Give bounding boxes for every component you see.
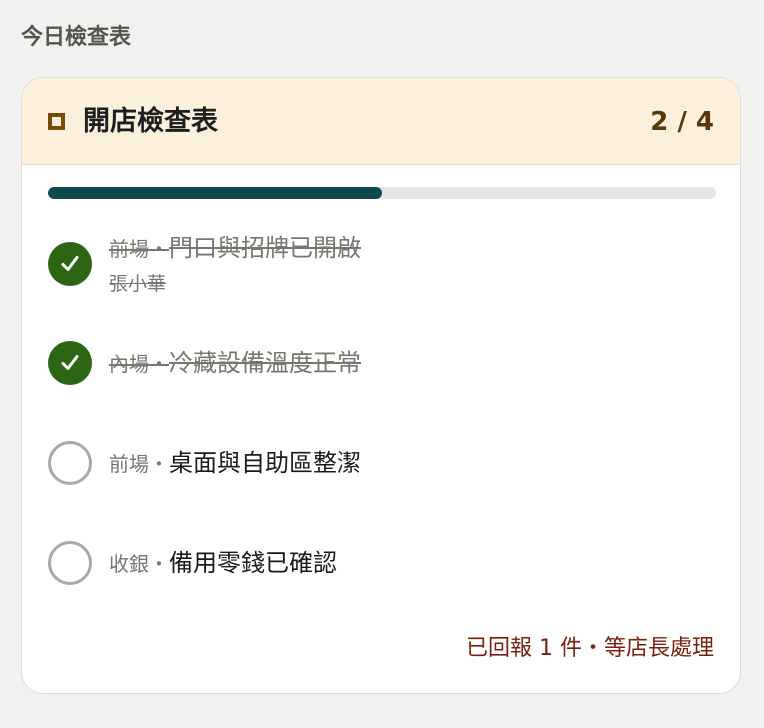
checkmark-icon	[61, 355, 79, 370]
card-title: 開店檢查表	[83, 106, 218, 137]
item-separator: ・	[149, 352, 169, 376]
footer-status-note: 已回報 1 件・等店長處理	[466, 636, 714, 661]
checklist-item[interactable]: 前場・門口與招牌已開啟 張小華	[48, 234, 716, 303]
page-heading: 今日檢查表	[21, 25, 132, 50]
checklist-square-icon	[48, 113, 65, 130]
checkbox-unchecked[interactable]	[48, 441, 92, 485]
checkmark-icon	[61, 256, 79, 271]
checkbox-checked[interactable]	[48, 242, 92, 286]
item-label: 內場・冷藏設備溫度正常	[109, 348, 361, 381]
item-area: 收銀	[109, 552, 149, 576]
item-separator: ・	[149, 237, 169, 261]
checklist-item[interactable]: 前場・桌面與自助區整潔	[48, 441, 716, 485]
progress-bar-fill	[48, 187, 382, 199]
checkbox-checked[interactable]	[48, 341, 92, 385]
progress-bar	[48, 187, 716, 199]
checklist-card: 開店檢查表 2 / 4 前場・門口與招牌已開啟 張小華 內場・冷藏設備溫度正常	[21, 77, 741, 694]
item-task: 門口與招牌已開啟	[169, 234, 361, 262]
item-task: 冷藏設備溫度正常	[169, 349, 361, 377]
checklist-item[interactable]: 內場・冷藏設備溫度正常	[48, 341, 716, 385]
item-label: 前場・門口與招牌已開啟	[109, 233, 361, 266]
item-area: 前場	[109, 452, 149, 476]
item-label: 前場・桌面與自助區整潔	[109, 448, 361, 481]
item-label: 收銀・備用零錢已確認	[109, 548, 337, 581]
item-separator: ・	[149, 452, 169, 476]
item-task: 桌面與自助區整潔	[169, 449, 361, 477]
item-area: 內場	[109, 352, 149, 376]
item-area: 前場	[109, 237, 149, 261]
card-header: 開店檢查表 2 / 4	[22, 78, 740, 165]
progress-count: 2 / 4	[650, 107, 714, 137]
item-task: 備用零錢已確認	[169, 549, 337, 577]
checklist-item[interactable]: 收銀・備用零錢已確認	[48, 541, 716, 585]
item-separator: ・	[149, 552, 169, 576]
checkbox-unchecked[interactable]	[48, 541, 92, 585]
item-assignee: 張小華	[109, 273, 167, 295]
